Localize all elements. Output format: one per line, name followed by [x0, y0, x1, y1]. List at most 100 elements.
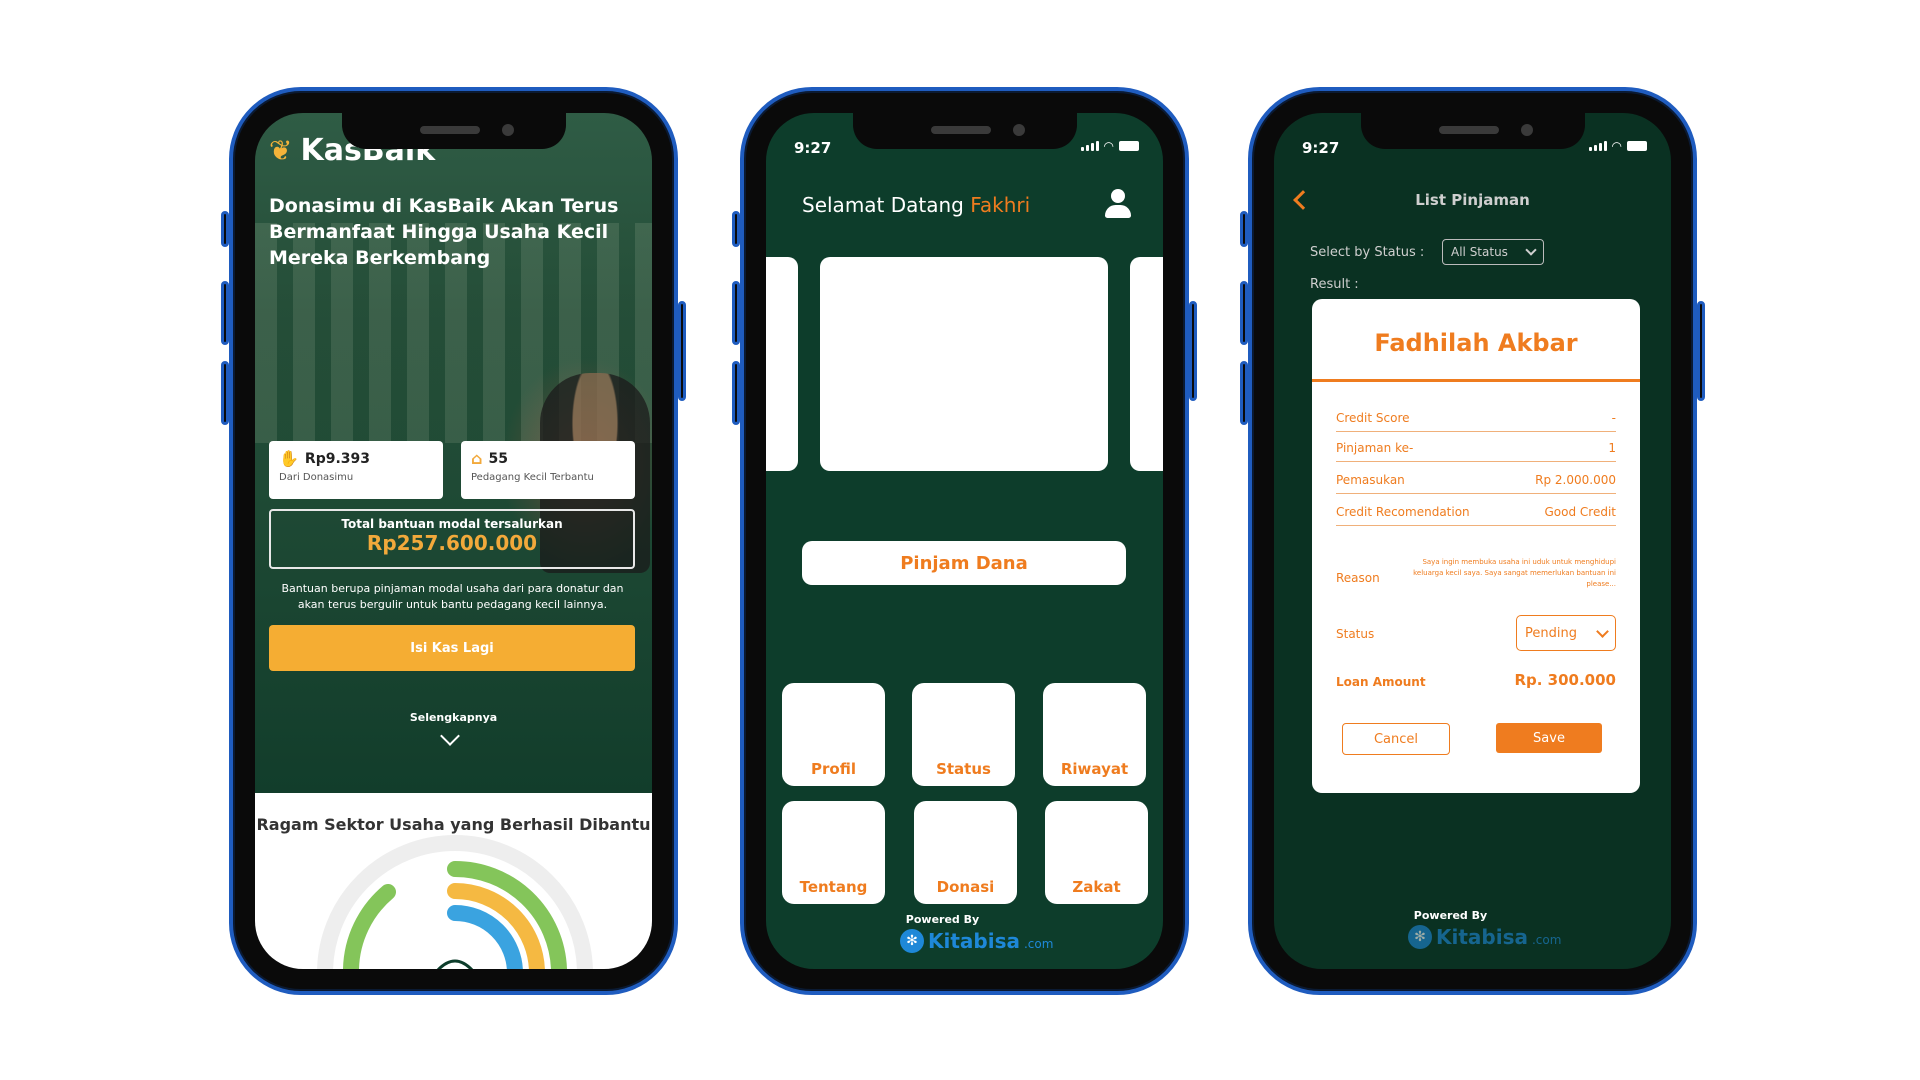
chevron-down-icon: [1596, 624, 1609, 638]
detail-value: -: [1611, 411, 1616, 425]
signal-icon: [1588, 141, 1607, 151]
phone-side-button: [221, 361, 229, 425]
cancel-button[interactable]: Cancel: [1342, 723, 1450, 755]
user-name: Fakhri: [970, 193, 1031, 217]
save-button[interactable]: Save: [1496, 723, 1602, 753]
greeting-text: Selamat Datang: [802, 193, 964, 217]
wifi-icon: ◠: [1611, 139, 1622, 153]
detail-label: Credit Recomendation: [1336, 505, 1470, 519]
phone-power-button: [678, 301, 686, 401]
menu-tile-profil[interactable]: Profil: [782, 683, 885, 786]
user-icon[interactable]: [1104, 189, 1132, 219]
menu-tile-zakat[interactable]: Zakat: [1045, 801, 1148, 904]
total-aid-box: Total bantuan modal tersalurkan Rp257.60…: [269, 509, 635, 569]
total-aid-value: Rp257.600.000: [366, 531, 538, 555]
detail-label: Pemasukan: [1336, 473, 1405, 487]
stat-value: 55: [488, 450, 508, 467]
detail-row-income: Pemasukan Rp 2.000.000: [1336, 473, 1616, 494]
banner-slide[interactable]: [820, 257, 1108, 471]
detail-value: 1: [1608, 441, 1616, 455]
reason-label: Reason: [1336, 571, 1380, 585]
stat-value: Rp9.393: [304, 450, 371, 467]
borrower-name: Fadhilah Akbar: [1374, 329, 1578, 357]
detail-label: Credit Score: [1336, 411, 1410, 425]
signal-icon: [1080, 141, 1099, 151]
hero-headline: Donasimu di KasBaik Akan Terus Bermanfaa…: [269, 195, 619, 269]
phone-side-button: [221, 281, 229, 345]
phone-power-button: [1697, 301, 1705, 401]
stat-label: Dari Donasimu: [279, 472, 354, 483]
detail-label: Pinjaman ke-: [1336, 441, 1414, 455]
kitabisa-wordmark: Kitabisa: [1436, 925, 1528, 949]
screen-home: 9:27 ◠ Selamat Datang Fakhri Pinjam Dana…: [766, 113, 1163, 969]
detail-value: Rp 2.000.000: [1535, 473, 1616, 487]
phone-side-button: [1240, 281, 1248, 345]
battery-icon: [1119, 141, 1139, 151]
result-label: Result :: [1310, 277, 1359, 292]
reason-text: Saya ingin membuka usaha ini uduk untuk …: [1413, 558, 1616, 588]
phone-side-button: [221, 211, 229, 247]
loan-amount-label: Loan Amount: [1336, 675, 1426, 689]
kitabisa-logo: ✻ Kitabisa .com: [900, 929, 1053, 953]
status-select[interactable]: Pending: [1516, 615, 1616, 651]
phone-frame-loan-list: 9:27 ◠ List Pinjaman Select by Status : …: [1240, 87, 1705, 995]
kasbaik-logo-icon: ❦: [269, 134, 293, 167]
shop-icon: ⌂: [471, 449, 483, 468]
phone-side-button: [732, 361, 740, 425]
phone-notch: [1360, 113, 1585, 149]
aid-description: Bantuan berupa pinjaman modal usaha dari…: [281, 582, 624, 611]
battery-icon: [1627, 141, 1647, 151]
phone-side-button: [732, 211, 740, 247]
phone-side-button: [1240, 361, 1248, 425]
phone-side-button: [732, 281, 740, 345]
status-filter-select[interactable]: All Status: [1442, 239, 1544, 265]
menu-tile-donasi[interactable]: Donasi: [914, 801, 1017, 904]
status-time: 9:27: [1302, 139, 1340, 157]
status-label: Status: [1336, 627, 1375, 641]
page-title: List Pinjaman: [1415, 191, 1530, 209]
sector-donut-chart: [317, 835, 593, 969]
kitabisa-logo-icon: ✻: [1408, 925, 1432, 949]
wifi-icon: ◠: [1103, 139, 1114, 153]
kitabisa-logo-icon: ✻: [900, 929, 924, 953]
status-filter-value: All Status: [1451, 245, 1508, 259]
loan-card: Fadhilah Akbar Credit Score - Pinjaman k…: [1312, 299, 1640, 793]
stat-label: Pedagang Kecil Terbantu: [471, 472, 594, 483]
kitabisa-domain: .com: [1531, 933, 1562, 947]
detail-row-credit-score: Credit Score -: [1336, 411, 1616, 432]
powered-by-label: Powered By: [905, 913, 980, 926]
greeting: Selamat Datang Fakhri: [802, 193, 1030, 217]
menu-tile-tentang[interactable]: Tentang: [782, 801, 885, 904]
kitabisa-wordmark: Kitabisa: [928, 929, 1020, 953]
detail-row-credit-recommendation: Credit Recomendation Good Credit: [1336, 505, 1616, 526]
stat-card-donation: ✋ Rp9.393 Dari Donasimu: [269, 441, 443, 499]
menu-tile-status[interactable]: Status: [912, 683, 1015, 786]
status-icons: ◠: [1588, 139, 1647, 153]
kitabisa-domain: .com: [1023, 937, 1054, 951]
detail-row-loan-number: Pinjaman ke- 1: [1336, 441, 1616, 462]
kitabisa-logo: ✻ Kitabisa .com: [1408, 925, 1561, 949]
banner-slide-prev[interactable]: [766, 257, 798, 471]
powered-by-label: Powered By: [1413, 909, 1488, 922]
chevron-down-icon: [1525, 244, 1537, 256]
status-icons: ◠: [1080, 139, 1139, 153]
status-filter-label: Select by Status :: [1310, 245, 1425, 260]
phone-frame-kasbaik: ❦ KasBaik Donasimu di KasBaik Akan Terus…: [221, 87, 686, 995]
phone-notch: [852, 113, 1077, 149]
isi-kas-lagi-button[interactable]: Isi Kas Lagi: [269, 625, 635, 671]
menu-tile-riwayat[interactable]: Riwayat: [1043, 683, 1146, 786]
card-divider: [1312, 379, 1640, 382]
pinjam-dana-button[interactable]: Pinjam Dana: [802, 541, 1126, 585]
status-time: 9:27: [794, 139, 832, 157]
see-more-link[interactable]: Selengkapnya: [255, 711, 652, 724]
status-select-value: Pending: [1525, 625, 1577, 641]
phone-frame-home: 9:27 ◠ Selamat Datang Fakhri Pinjam Dana…: [732, 87, 1197, 995]
screen-kasbaik: ❦ KasBaik Donasimu di KasBaik Akan Terus…: [255, 113, 652, 969]
detail-value: Good Credit: [1544, 505, 1616, 519]
sector-section: Ragam Sektor Usaha yang Berhasil Dibantu: [255, 793, 652, 969]
screen-loan-list: 9:27 ◠ List Pinjaman Select by Status : …: [1274, 113, 1671, 969]
total-aid-label: Total bantuan modal tersalurkan: [341, 517, 563, 531]
showcase-stage: ❦ KasBaik Donasimu di KasBaik Akan Terus…: [0, 0, 1920, 1080]
phone-notch: [341, 113, 566, 149]
banner-slide-next[interactable]: [1130, 257, 1163, 471]
